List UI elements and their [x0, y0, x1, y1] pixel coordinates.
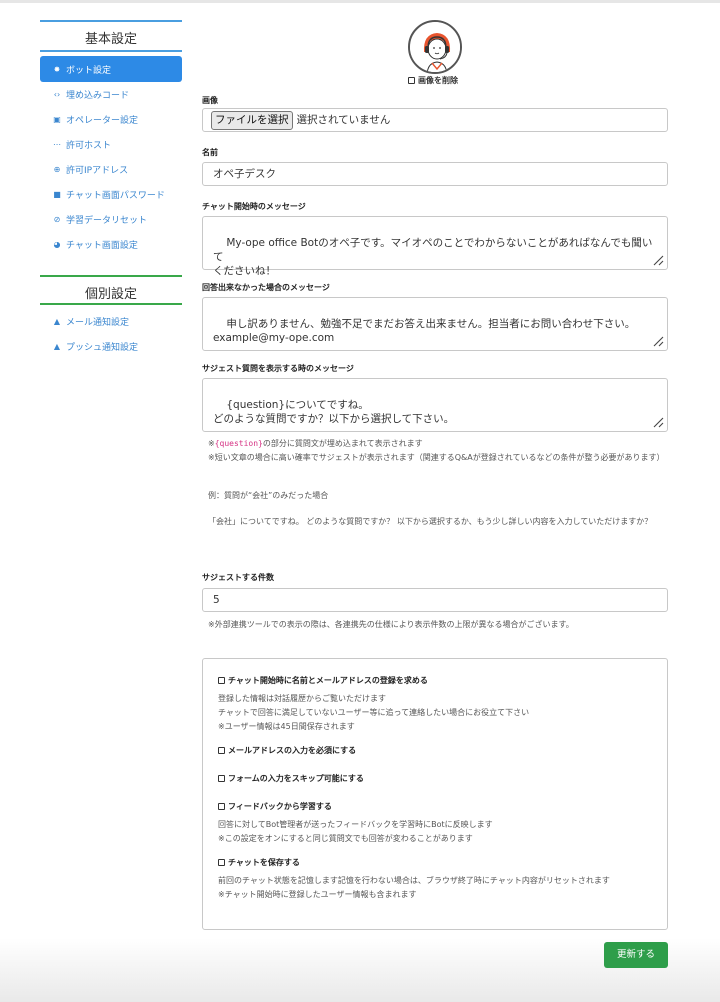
- update-button[interactable]: 更新する: [604, 942, 668, 968]
- example-title: 例：質問が“会社”のみだった場合: [208, 491, 329, 500]
- option-title: フィードバックから学習する: [228, 802, 332, 811]
- sidebar-item-label: チャット画面設定: [66, 241, 138, 251]
- sidebar-item-label: プッシュ通知設定: [66, 343, 139, 353]
- checkbox-icon[interactable]: [218, 747, 225, 754]
- suggest-count-label: サジェストする件数: [202, 573, 274, 582]
- resize-grip-icon[interactable]: [650, 414, 664, 428]
- name-input[interactable]: オペ子デスク: [202, 162, 668, 186]
- sidebar-item[interactable]: ▲ プッシュ通知設定: [40, 334, 182, 359]
- suggest-count-note: ※外部連携ツールでの表示の際は、各連携先の仕様により表示件数の上限が異なる場合が…: [208, 620, 574, 629]
- sidebar-item-label: チャット画面パスワード: [66, 191, 165, 201]
- suggest-message-textarea[interactable]: {question}についてですね。 どのような質問ですか？以下から選択して下さ…: [202, 378, 668, 432]
- option-description: 登録した情報は対話履歴からご覧いただけます チャットで回答に満足していないユーザ…: [218, 694, 530, 731]
- host-icon: ⋯: [53, 140, 61, 149]
- checkbox-icon[interactable]: [218, 803, 225, 810]
- sidebar-item[interactable]: ⊕ 許可IPアドレス: [40, 157, 182, 182]
- image-label: 画像: [202, 96, 218, 105]
- checkbox-icon[interactable]: [218, 677, 225, 684]
- sidebar-item-label: 埋め込みコード: [66, 91, 130, 101]
- globe-icon: ⊕: [53, 165, 61, 174]
- option-checkbox[interactable]: メールアドレスの入力を必須にする: [218, 745, 356, 756]
- option-title: フォームの入力をスキップ可能にする: [228, 774, 364, 783]
- sidebar-item[interactable]: ‹› 埋め込みコード: [40, 82, 182, 107]
- delete-image-checkbox[interactable]: 画像を削除: [408, 75, 468, 86]
- delete-image-label: 画像を削除: [418, 76, 458, 85]
- lock-icon: ■: [53, 190, 61, 199]
- start-message-textarea[interactable]: My-ope office Botのオペ子です。マイオペのことでわからないことが…: [202, 216, 668, 277]
- sidebar-item[interactable]: ■ チャット画面パスワード: [40, 182, 182, 207]
- user-card-icon: ▣: [53, 115, 61, 124]
- resize-grip-icon[interactable]: [650, 333, 664, 347]
- option-checkbox[interactable]: フォームの入力をスキップ可能にする: [218, 773, 364, 784]
- sidebar-item-label: 許可ホスト: [66, 141, 112, 151]
- start-message-text: My-ope office Botのオペ子です。マイオペのことでわからないことが…: [213, 237, 653, 277]
- sidebar-item[interactable]: ▣ オペレーター設定: [40, 107, 182, 132]
- option-description: 前回のチャット状態を記憶します記憶を行わない場合は、ブラウザ終了時にチャット内容…: [218, 876, 610, 899]
- suggest-help-note: ※{question}の部分に質問文が埋め込まれて表示されます ※短い文章の場合…: [208, 437, 668, 465]
- option-checkbox[interactable]: フィードバックから学習する: [218, 801, 332, 812]
- sidebar: 基本設定 ✸ ボット設定 ‹› 埋め込みコード ▣ オペレーター設定 ⋯ 許可ホスト ⊕ 許可IP…: [40, 20, 182, 359]
- sidebar-item-label: メール通知設定: [66, 318, 130, 328]
- question-placeholder-code: {question}: [214, 439, 263, 448]
- no-answer-message-textarea[interactable]: 申し訳ありません、勉強不足でまだお答え出来ません。担当者にお問い合わせ下さい。 …: [202, 297, 668, 351]
- code-icon: ‹›: [53, 90, 61, 99]
- suggest-count-input[interactable]: 5: [202, 588, 668, 612]
- bot-avatar-image: [408, 20, 462, 74]
- option-title: メールアドレスの入力を必須にする: [228, 746, 357, 755]
- sidebar-item-label: オペレーター設定: [66, 116, 139, 126]
- image-file-input[interactable]: ファイルを選択 選択されていません: [202, 108, 668, 132]
- palette-icon: ◕: [53, 240, 61, 249]
- choose-file-button[interactable]: ファイルを選択: [211, 110, 293, 130]
- basic-settings-menu: ✸ ボット設定 ‹› 埋め込みコード ▣ オペレーター設定 ⋯ 許可ホスト ⊕ 許可IPアドレス ■…: [40, 56, 182, 257]
- gear-icon: ✸: [53, 64, 61, 74]
- option-title: チャット開始時に名前とメールアドレスの登録を求める: [228, 676, 428, 685]
- option-description: 回答に対してBot管理者が送ったフィードバックを学習時にBotに反映します ※こ…: [218, 820, 493, 843]
- suggest-message-label: サジェスト質問を表示する時のメッセージ: [202, 364, 354, 373]
- start-message-label: チャット開始時のメッセージ: [202, 202, 306, 211]
- sidebar-item[interactable]: ⊘ 学習データリセット: [40, 207, 182, 232]
- basic-settings-heading: 基本設定: [40, 20, 182, 52]
- option-checkbox[interactable]: チャット開始時に名前とメールアドレスの登録を求める: [218, 675, 428, 686]
- individual-settings-heading: 個別設定: [40, 275, 182, 305]
- no-answer-message-text: 申し訳ありません、勉強不足でまだお答え出来ません。担当者にお問い合わせ下さい。 …: [213, 318, 636, 344]
- sidebar-item-label: ボット設定: [66, 65, 112, 76]
- option-title: チャットを保存する: [228, 858, 300, 867]
- file-status-text: 選択されていません: [296, 114, 391, 126]
- operator-avatar-icon: [410, 22, 460, 72]
- reset-icon: ⊘: [53, 215, 61, 224]
- note-line-question: ※{question}の部分に質問文が埋め込まれて表示されます: [208, 439, 423, 448]
- suggest-message-text: {question}についてですね。 どのような質問ですか？以下から選択して下さ…: [213, 399, 455, 425]
- bell-icon: ▲: [53, 317, 61, 326]
- checkbox-icon[interactable]: [218, 859, 225, 866]
- sidebar-item[interactable]: ◕ チャット画面設定: [40, 232, 182, 257]
- sidebar-item-label: 学習データリセット: [66, 216, 148, 226]
- checkbox-icon[interactable]: [408, 77, 415, 84]
- sidebar-item[interactable]: ⋯ 許可ホスト: [40, 132, 182, 157]
- individual-settings-menu: ▲ メール通知設定 ▲ プッシュ通知設定: [40, 309, 182, 359]
- option-checkbox[interactable]: チャットを保存する: [218, 857, 300, 868]
- sidebar-item[interactable]: ✸ ボット設定: [40, 56, 182, 82]
- checkbox-icon[interactable]: [218, 775, 225, 782]
- bell-icon: ▲: [53, 342, 61, 351]
- resize-grip-icon[interactable]: [650, 252, 664, 266]
- note-line-short-text: ※短い文章の場合に高い確率でサジェストが表示されます（関連するQ&Aが登録されて…: [208, 453, 665, 462]
- name-label: 名前: [202, 148, 218, 157]
- top-border: [0, 0, 720, 3]
- no-answer-message-label: 回答出来なかった場合のメッセージ: [202, 283, 330, 292]
- sidebar-item[interactable]: ▲ メール通知設定: [40, 309, 182, 334]
- chat-options-panel: チャット開始時に名前とメールアドレスの登録を求める登録した情報は対話履歴からご覧…: [202, 658, 668, 930]
- example-text: 「会社」についてですね。 どのような質問ですか？ 以下から選択するか、もう少し詳…: [208, 517, 653, 526]
- sidebar-item-label: 許可IPアドレス: [66, 166, 129, 176]
